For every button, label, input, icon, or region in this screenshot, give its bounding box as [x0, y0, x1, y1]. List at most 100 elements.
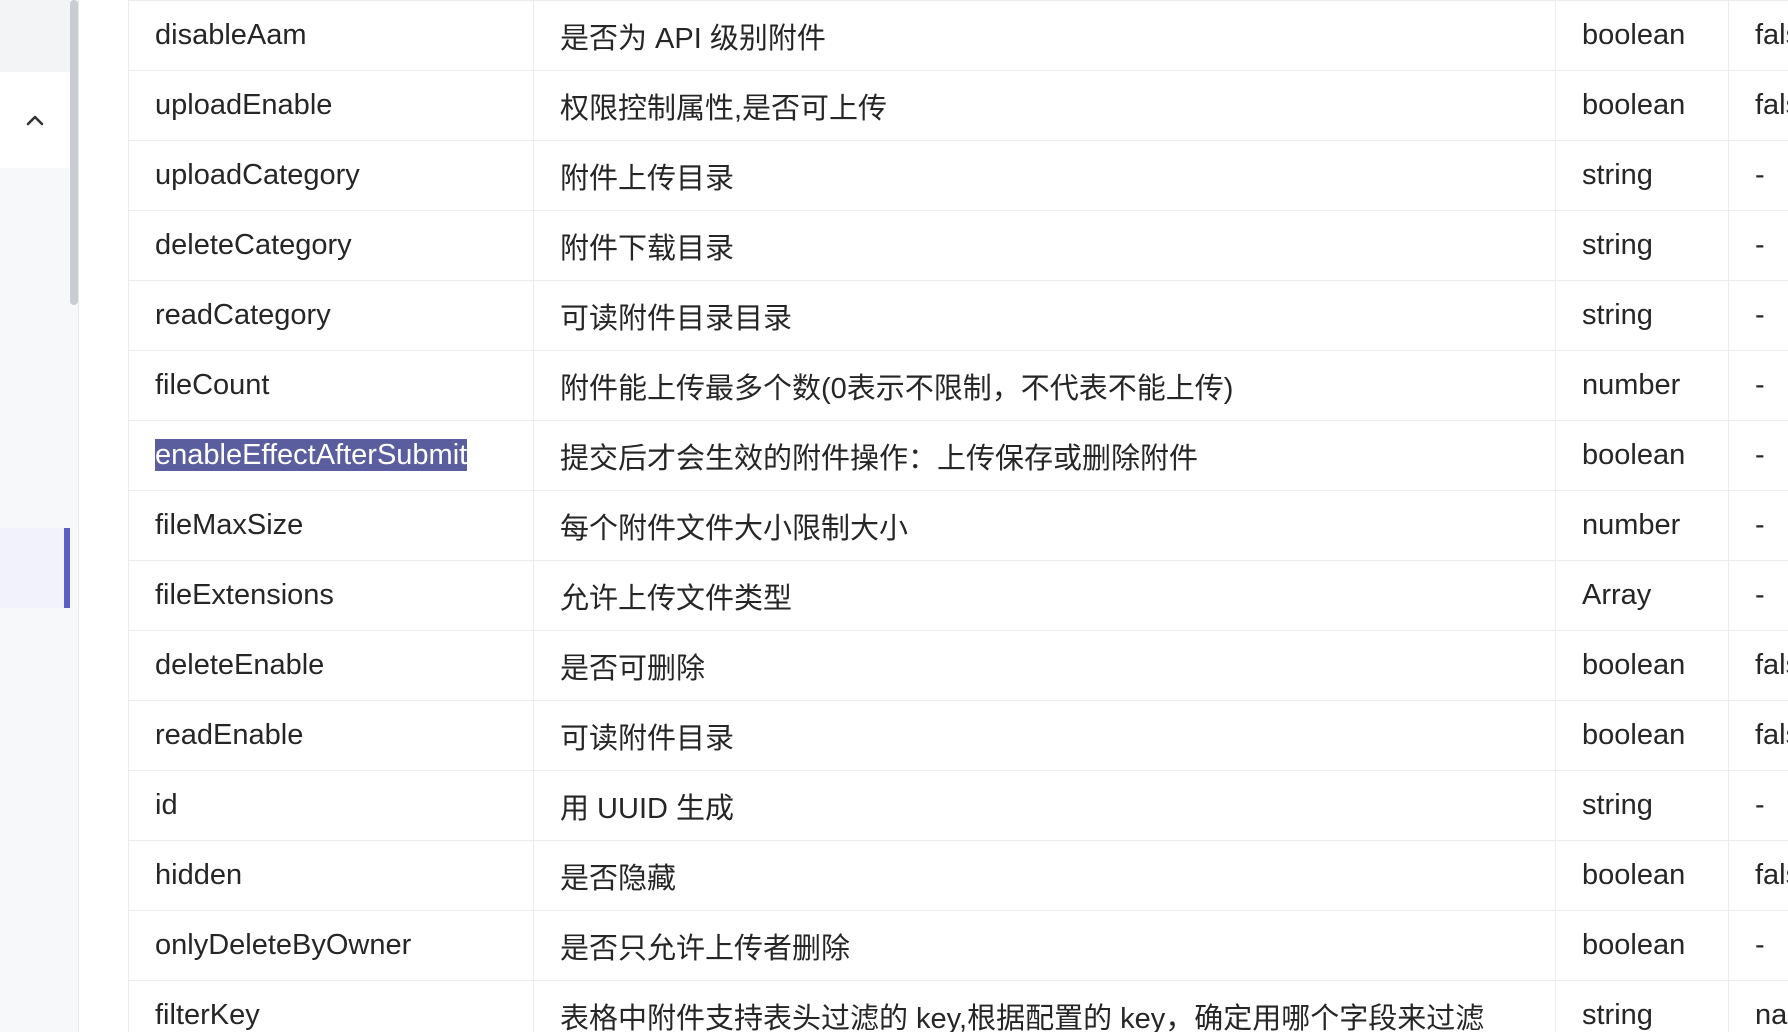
prop-type-cell: boolean [1555, 420, 1729, 491]
prop-description-cell: 附件下载目录 [533, 210, 1556, 281]
prop-description-cell: 是否隐藏 [533, 840, 1556, 911]
prop-name-text: uploadCategory [155, 159, 360, 191]
prop-name-cell: hidden [128, 840, 534, 911]
prop-type-text: boolean [1582, 719, 1686, 751]
prop-type-cell: string [1555, 280, 1729, 351]
prop-type-text: string [1582, 299, 1653, 331]
prop-type-cell: string [1555, 980, 1729, 1032]
props-table-body: disableAam 是否为 API 级别附件 boolean false upload… [128, 0, 1788, 1032]
prop-type-text: string [1582, 999, 1653, 1031]
table-row: filterKey 表格中附件支持表头过滤的 key,根据配置的 key，确定用哪… [128, 980, 1788, 1032]
sidebar-scrollbar[interactable] [70, 0, 78, 305]
prop-default-text: false [1755, 649, 1788, 681]
prop-name-cell: fileCount [128, 350, 534, 421]
table-row: uploadCategory 附件上传目录 string - [128, 140, 1788, 211]
prop-description-cell: 是否可删除 [533, 630, 1556, 701]
prop-type-cell: string [1555, 210, 1729, 281]
collapse-toggle-button[interactable] [0, 72, 70, 168]
prop-type-text: string [1582, 159, 1653, 191]
prop-default-text: - [1755, 229, 1765, 261]
props-table: disableAam 是否为 API 级别附件 boolean false upload… [128, 0, 1788, 1032]
prop-default-text: false [1755, 719, 1788, 751]
prop-description-text: 附件上传目录 [560, 162, 735, 195]
prop-description-text: 可读附件目录目录 [560, 302, 793, 335]
prop-default-text: false [1755, 89, 1788, 121]
prop-type-text: boolean [1582, 859, 1686, 891]
prop-description-text: 允许上传文件类型 [560, 582, 793, 615]
prop-name-text: uploadEnable [155, 89, 333, 121]
prop-default-cell: - [1728, 490, 1788, 561]
prop-description-cell: 表格中附件支持表头过滤的 key,根据配置的 key，确定用哪个字段来过滤 [533, 980, 1556, 1032]
prop-type-cell: boolean [1555, 0, 1729, 71]
prop-name-cell: uploadEnable [128, 70, 534, 141]
prop-default-text: - [1755, 439, 1765, 471]
prop-name-cell: deleteCategory [128, 210, 534, 281]
prop-name-cell: readEnable [128, 700, 534, 771]
table-row: deleteCategory 附件下载目录 string - [128, 210, 1788, 281]
prop-default-cell: - [1728, 280, 1788, 351]
prop-description-text: 附件能上传最多个数(0表示不限制，不代表不能上传) [560, 372, 1234, 405]
prop-name-text: filterKey [155, 999, 260, 1031]
prop-default-text: - [1755, 579, 1765, 611]
prop-type-cell: string [1555, 770, 1729, 841]
prop-default-text: name [1755, 999, 1788, 1031]
prop-name-text: fileExtensions [155, 579, 334, 611]
prop-name-text: fileMaxSize [155, 509, 304, 541]
table-row: fileExtensions 允许上传文件类型 Array - [128, 560, 1788, 631]
table-row: disableAam 是否为 API 级别附件 boolean false [128, 0, 1788, 71]
prop-description-cell: 允许上传文件类型 [533, 560, 1556, 631]
prop-default-text: - [1755, 509, 1765, 541]
prop-type-text: boolean [1582, 439, 1686, 471]
prop-name-text: readCategory [155, 299, 331, 331]
prop-default-cell: - [1728, 210, 1788, 281]
sidebar-active-indicator [64, 528, 70, 608]
props-table-container: disableAam 是否为 API 级别附件 boolean false upload… [128, 0, 1788, 1032]
prop-type-text: number [1582, 369, 1681, 401]
prop-description-text: 附件下载目录 [560, 232, 735, 265]
prop-name-cell: fileMaxSize [128, 490, 534, 561]
prop-name-cell: fileExtensions [128, 560, 534, 631]
prop-description-cell: 附件能上传最多个数(0表示不限制，不代表不能上传) [533, 350, 1556, 421]
prop-type-text: string [1582, 229, 1653, 261]
chevron-up-icon [25, 113, 45, 127]
prop-type-text: string [1582, 789, 1653, 821]
prop-description-text: 权限控制属性,是否可上传 [560, 92, 888, 125]
prop-description-cell: 是否为 API 级别附件 [533, 0, 1556, 71]
table-row: id 用 UUID 生成 string - [128, 770, 1788, 841]
table-row: hidden 是否隐藏 boolean false [128, 840, 1788, 911]
prop-description-cell: 权限控制属性,是否可上传 [533, 70, 1556, 141]
prop-type-cell: boolean [1555, 910, 1729, 981]
table-row: enableEffectAfterSubmit 提交后才会生效的附件操作：上传保存… [128, 420, 1788, 491]
prop-default-text: - [1755, 929, 1765, 961]
prop-description-text: 表格中附件支持表头过滤的 key,根据配置的 key，确定用哪个字段来过滤 [560, 1002, 1485, 1032]
prop-type-text: number [1582, 509, 1681, 541]
prop-type-text: boolean [1582, 929, 1686, 961]
prop-name-cell: onlyDeleteByOwner [128, 910, 534, 981]
prop-description-cell: 每个附件文件大小限制大小 [533, 490, 1556, 561]
prop-name-text: readEnable [155, 719, 304, 751]
prop-type-cell: boolean [1555, 630, 1729, 701]
prop-description-text: 是否隐藏 [560, 862, 677, 895]
prop-default-cell: name [1728, 980, 1788, 1032]
prop-description-text: 是否为 API 级别附件 [560, 22, 826, 55]
prop-description-cell: 用 UUID 生成 [533, 770, 1556, 841]
prop-description-text: 每个附件文件大小限制大小 [560, 512, 909, 545]
sidebar-active-item[interactable] [0, 528, 64, 608]
prop-description-cell: 可读附件目录 [533, 700, 1556, 771]
prop-description-cell: 附件上传目录 [533, 140, 1556, 211]
prop-name-text: deleteEnable [155, 649, 325, 681]
prop-default-text: false [1755, 859, 1788, 891]
prop-default-cell: false [1728, 630, 1788, 701]
prop-name-text: disableAam [155, 19, 307, 51]
table-row: onlyDeleteByOwner 是否只允许上传者删除 boolean - [128, 910, 1788, 981]
prop-type-text: Array [1582, 579, 1652, 611]
prop-type-text: boolean [1582, 19, 1686, 51]
prop-default-cell: - [1728, 560, 1788, 631]
table-row: readEnable 可读附件目录 boolean false [128, 700, 1788, 771]
prop-default-cell: - [1728, 350, 1788, 421]
prop-default-text: false [1755, 19, 1788, 51]
sidebar [0, 0, 78, 1032]
prop-description-text: 可读附件目录 [560, 722, 735, 755]
prop-default-text: - [1755, 369, 1765, 401]
prop-default-text: - [1755, 299, 1765, 331]
